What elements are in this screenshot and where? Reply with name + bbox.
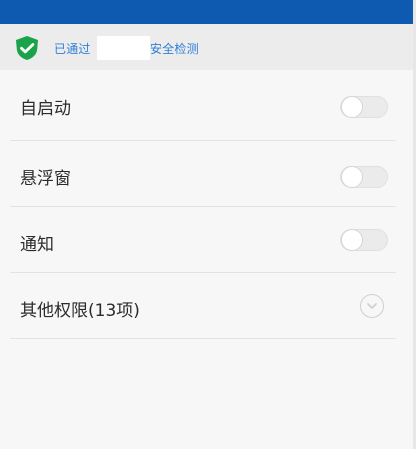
toggle-knob — [341, 166, 363, 188]
security-status-prefix: 已通过 — [54, 42, 91, 56]
permission-row-other[interactable]: 其他权限(13项) — [0, 272, 416, 338]
expand-other-permissions-button[interactable] — [360, 294, 384, 318]
chevron-down-icon — [367, 303, 377, 309]
permission-label: 悬浮窗 — [20, 169, 71, 189]
permission-label: 其他权限(13项) — [20, 301, 140, 321]
status-bar — [0, 0, 416, 24]
toggle-knob — [341, 229, 363, 251]
permission-row-floating-window[interactable]: 悬浮窗 — [0, 140, 416, 206]
toggle-knob — [341, 96, 363, 118]
permission-label: 自启动 — [20, 99, 71, 119]
autostart-toggle[interactable] — [340, 96, 388, 118]
permission-label: 通知 — [20, 235, 54, 255]
floating-window-toggle[interactable] — [340, 166, 388, 188]
permission-row-autostart[interactable]: 自启动 — [0, 70, 416, 136]
security-banner: 已通过 安全检测 — [0, 24, 416, 70]
permission-row-notifications[interactable]: 通知 — [0, 206, 416, 272]
notifications-toggle[interactable] — [340, 229, 388, 251]
row-divider — [10, 338, 396, 339]
shield-check-icon — [16, 36, 38, 60]
security-status-suffix: 安全检测 — [150, 42, 199, 56]
redacted-area — [97, 36, 150, 60]
permissions-list: 自启动 悬浮窗 通知 其他权限(13项) — [0, 70, 416, 449]
